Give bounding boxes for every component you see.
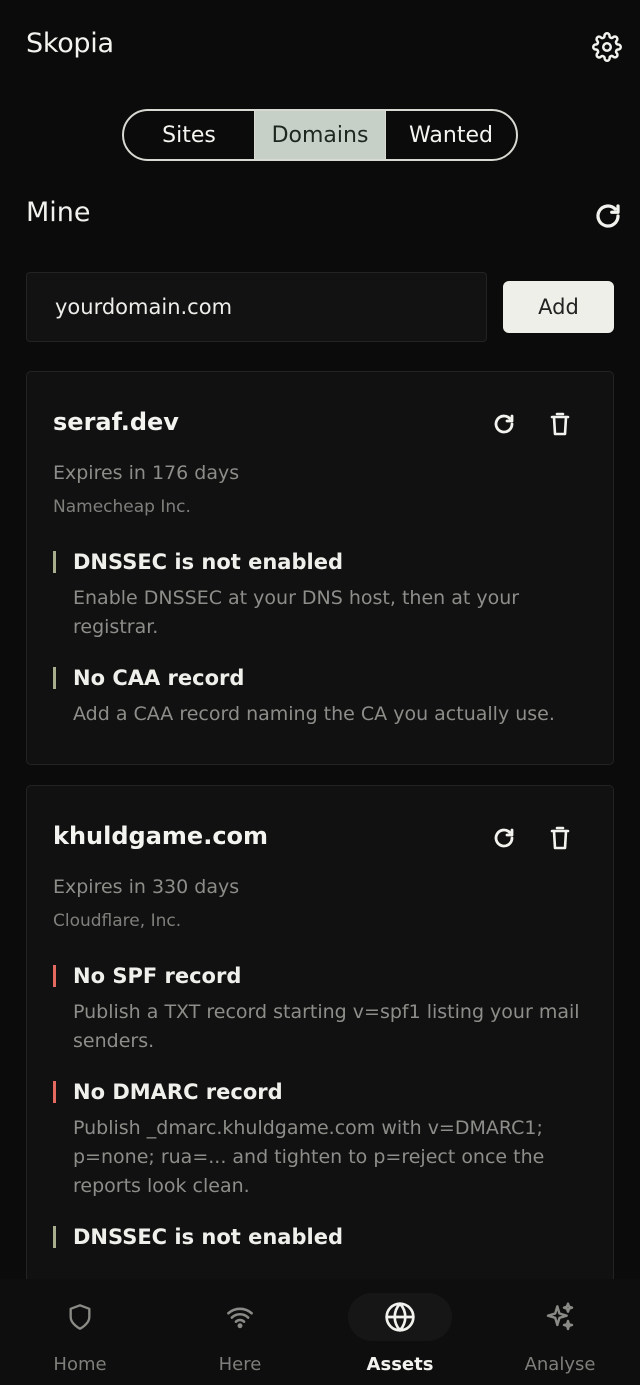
issue-item: No SPF record Publish a TXT record start…: [53, 962, 593, 1056]
domain-refresh-button[interactable]: [488, 408, 520, 440]
domain-registrar: Cloudflare, Inc.: [53, 911, 182, 931]
refresh-icon: [494, 828, 514, 848]
issue-description: Enable DNSSEC at your DNS host, then at …: [73, 587, 520, 638]
nav-icon-container: [28, 1293, 132, 1341]
tab-sites[interactable]: Sites: [124, 111, 255, 159]
domain-name: seraf.dev: [53, 408, 179, 436]
nav-assets[interactable]: Assets: [320, 1279, 480, 1385]
issue-title: No SPF record: [73, 964, 242, 988]
wifi-icon: [227, 1307, 253, 1329]
nav-icon-container: [508, 1293, 612, 1341]
issue-description: Add a CAA record naming the CA you actua…: [73, 703, 555, 725]
trash-icon: [550, 412, 570, 436]
issue-description: Publish _dmarc.khuldgame.com with v=DMAR…: [73, 1117, 545, 1197]
nav-analyse[interactable]: Analyse: [480, 1279, 640, 1385]
issue-title: No DMARC record: [73, 1080, 283, 1104]
issue-description: Publish a TXT record starting v=spf1 lis…: [73, 1001, 580, 1052]
issue-item: No DMARC record Publish _dmarc.khuldgame…: [53, 1078, 593, 1201]
issue-title: DNSSEC is not enabled: [73, 1225, 343, 1249]
domain-registrar: Namecheap Inc.: [53, 497, 191, 517]
nav-label: Assets: [366, 1354, 434, 1375]
issue-title: No CAA record: [73, 666, 245, 690]
domain-card: seraf.dev Expires in 176 days Namecheap …: [26, 371, 614, 765]
globe-icon: [385, 1302, 415, 1332]
sparkles-icon: [546, 1302, 574, 1331]
issue-item: No CAA record Add a CAA record naming th…: [53, 664, 593, 729]
app-header: Skopia: [0, 0, 640, 92]
domain-refresh-button[interactable]: [488, 822, 520, 854]
issue-list: No SPF record Publish a TXT record start…: [53, 962, 593, 1273]
shield-icon: [69, 1304, 91, 1330]
nav-label: Here: [218, 1354, 262, 1375]
severity-bar: [53, 667, 56, 689]
app-root: Skopia Sites Domains Wanted Mine Add ser…: [0, 0, 640, 1385]
issue-list: DNSSEC is not enabled Enable DNSSEC at y…: [53, 548, 593, 751]
domain-delete-button[interactable]: [544, 408, 576, 440]
trash-icon: [550, 826, 570, 850]
issue-item: DNSSEC is not enabled: [53, 1223, 593, 1251]
add-domain-button[interactable]: Add: [503, 281, 614, 333]
domain-name: khuldgame.com: [53, 822, 269, 850]
gear-icon: [592, 32, 622, 62]
severity-bar: [53, 551, 56, 573]
issue-title: DNSSEC is not enabled: [73, 550, 343, 574]
nav-icon-container: [348, 1293, 452, 1341]
refresh-icon: [596, 204, 620, 228]
nav-label: Home: [53, 1354, 107, 1375]
app-title: Skopia: [26, 28, 114, 59]
domain-input[interactable]: [26, 272, 487, 342]
section-title: Mine: [26, 197, 91, 228]
section-tabs: Sites Domains Wanted: [122, 109, 518, 161]
nav-home[interactable]: Home: [0, 1279, 160, 1385]
domain-card: khuldgame.com Expires in 330 days Cloudf…: [26, 785, 614, 1345]
tab-wanted[interactable]: Wanted: [386, 111, 516, 159]
nav-here[interactable]: Here: [160, 1279, 320, 1385]
refresh-all-button[interactable]: [588, 196, 628, 236]
refresh-icon: [494, 414, 514, 434]
nav-label: Analyse: [524, 1354, 596, 1375]
tab-domains[interactable]: Domains: [255, 111, 386, 159]
issue-item: DNSSEC is not enabled Enable DNSSEC at y…: [53, 548, 593, 642]
domain-expiry: Expires in 176 days: [53, 462, 240, 484]
bottom-nav: Home Here Assets Analyse: [0, 1279, 640, 1385]
severity-bar: [53, 1226, 56, 1248]
severity-bar: [53, 1081, 56, 1103]
domain-expiry: Expires in 330 days: [53, 876, 240, 898]
nav-icon-container: [188, 1293, 292, 1341]
severity-bar: [53, 965, 56, 987]
settings-button[interactable]: [588, 28, 626, 66]
domain-delete-button[interactable]: [544, 822, 576, 854]
